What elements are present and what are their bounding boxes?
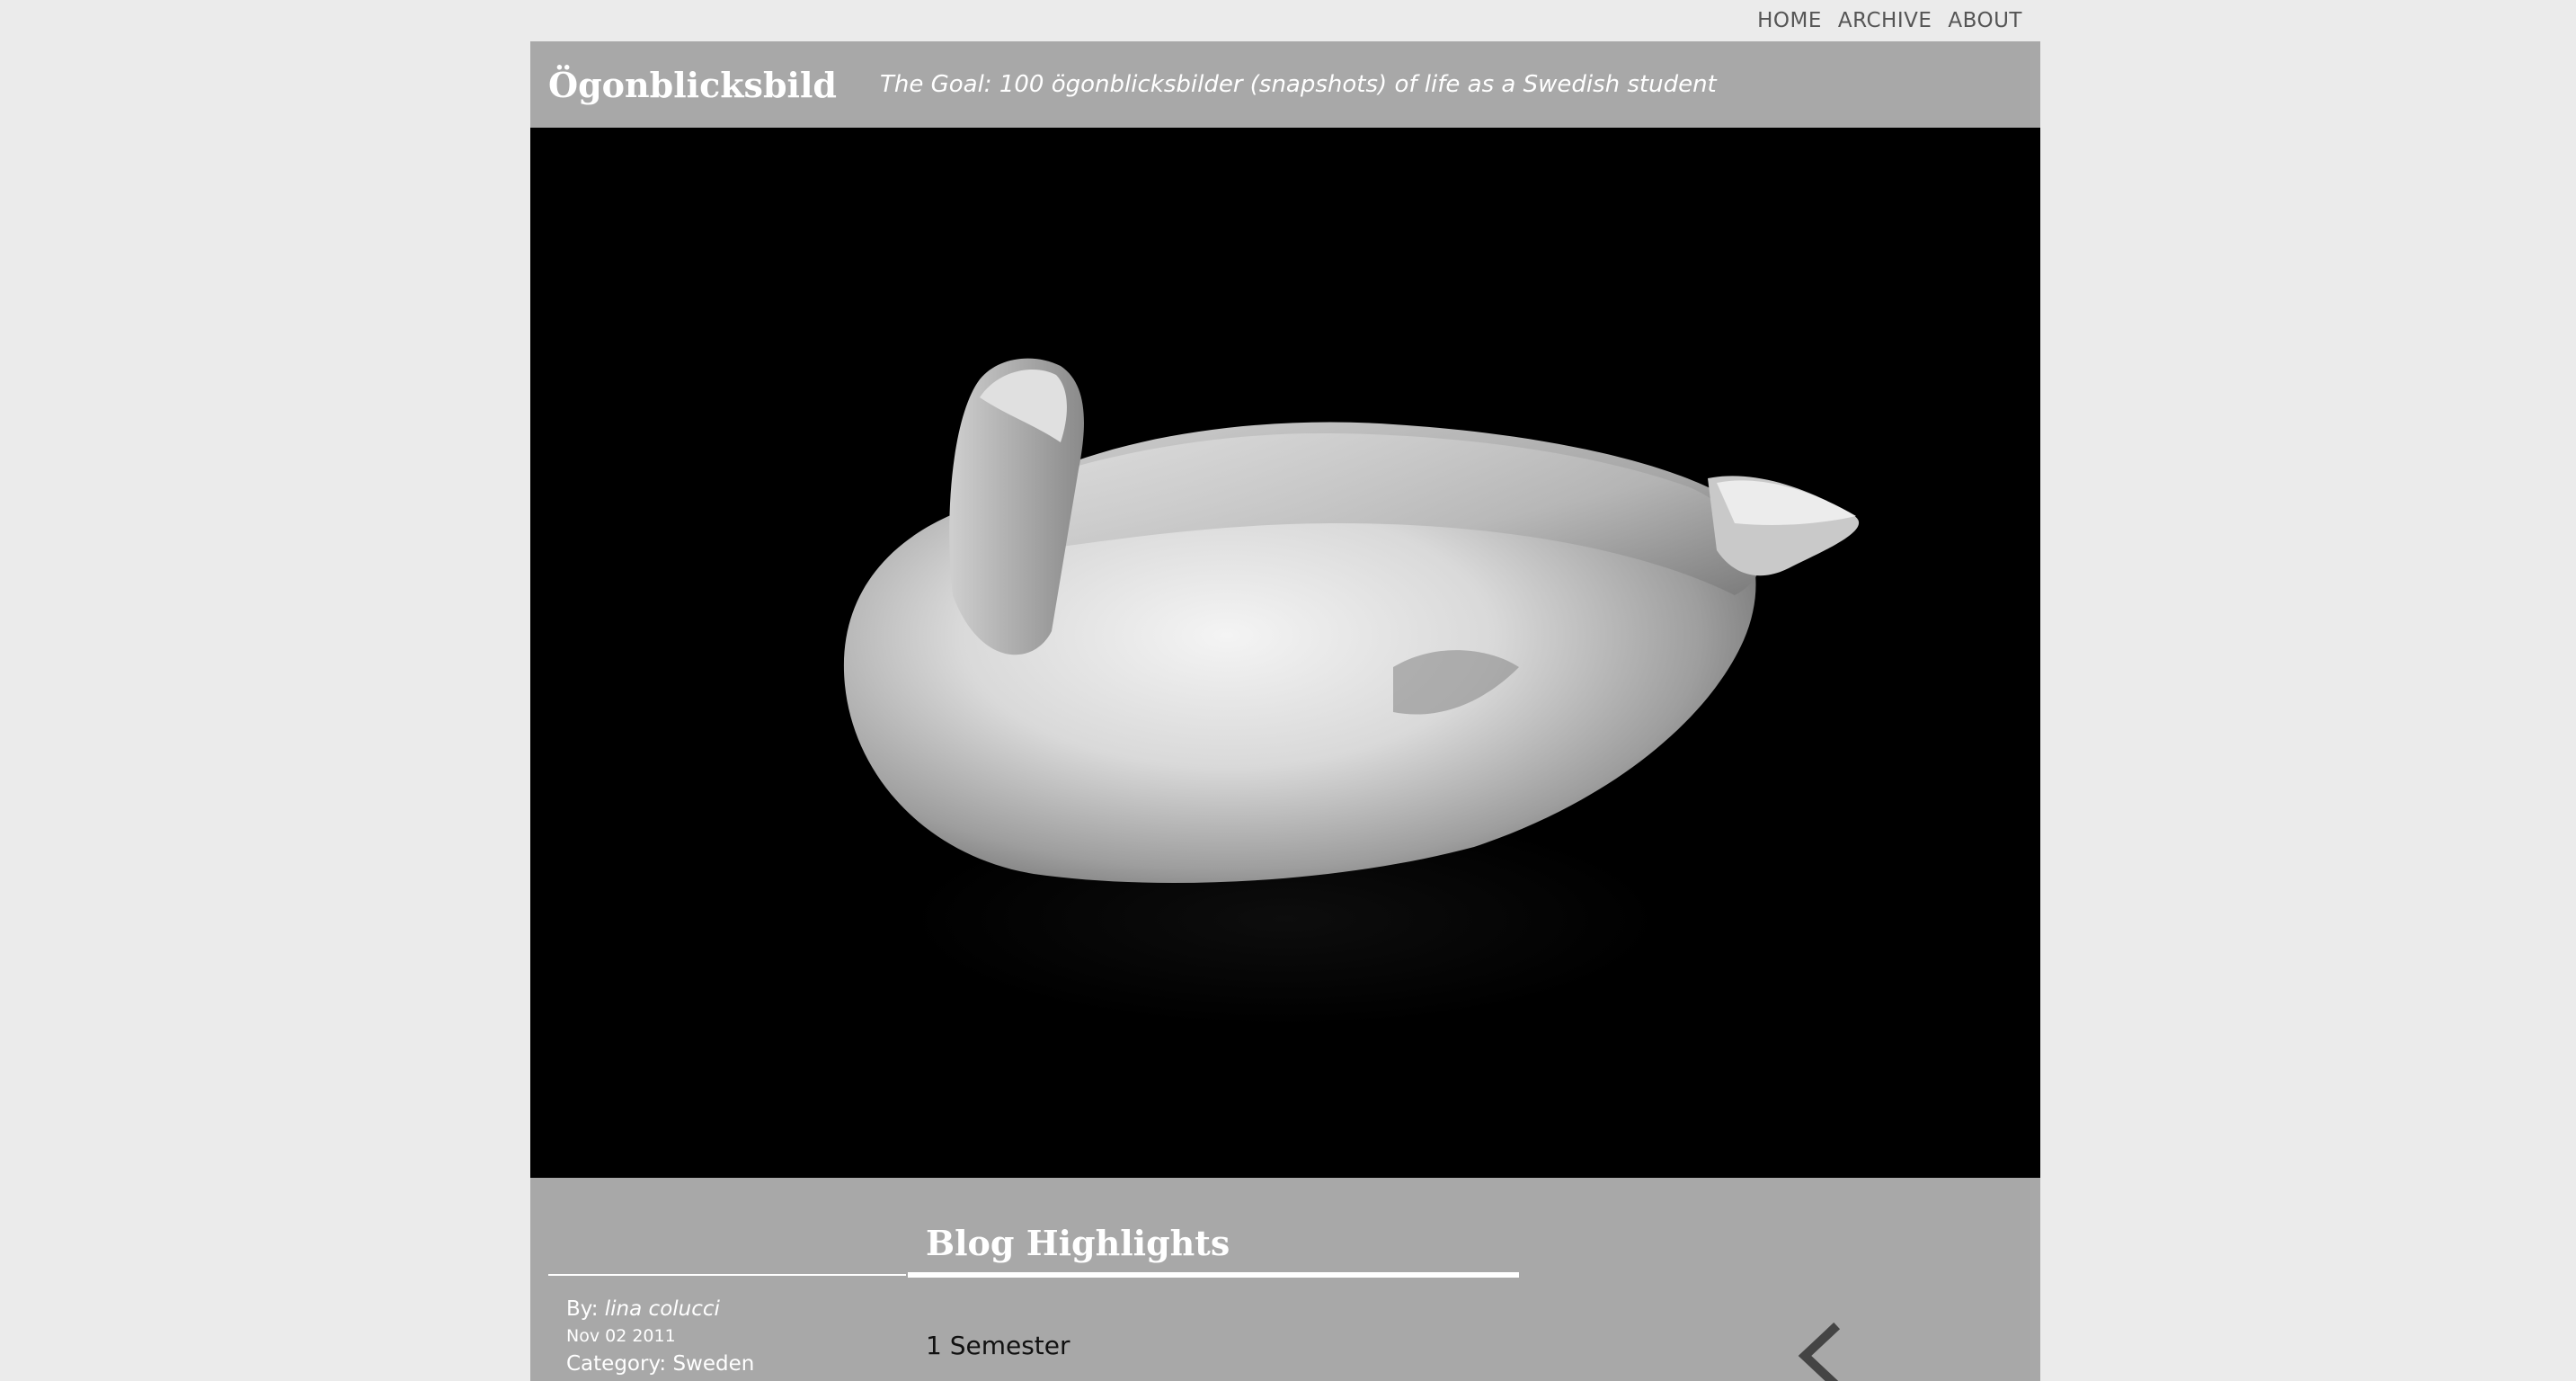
top-nav: HOME ARCHIVE ABOUT [1757,9,2022,32]
post-author-link[interactable]: lina colucci [605,1297,720,1321]
site-tagline: The Goal: 100 ögonblicksbilder (snapshot… [879,71,1717,98]
highlights-divider [908,1272,1519,1278]
page: HOME ARCHIVE ABOUT Ögonblicksbild The Go… [0,0,2576,1381]
blog-highlights-title: Blog Highlights [926,1223,1230,1263]
nav-about-link[interactable]: ABOUT [1948,9,2022,32]
post-footer-panel: By: lina colucci Nov 02 2011 Category: S… [530,1178,2040,1381]
post-meta: By: lina colucci Nov 02 2011 Category: S… [566,1295,754,1379]
post-date: Nov 02 2011 [566,1326,676,1346]
meta-divider [548,1274,906,1276]
highlight-item[interactable]: 1 Semester [926,1331,1070,1360]
by-label: By: [566,1297,599,1321]
category-link[interactable]: Sweden [672,1352,754,1376]
chevron-left-icon[interactable] [1789,1322,1852,1381]
hero-photo [530,128,2040,1178]
post-category-row: Category: Sweden [566,1349,754,1379]
nav-home-link[interactable]: HOME [1757,9,1822,32]
site-header: Ögonblicksbild The Goal: 100 ögonblicksb… [530,41,2040,128]
swan-photo [530,128,2040,1178]
post-author-row: By: lina colucci [566,1295,754,1323]
site-title[interactable]: Ögonblicksbild [548,65,837,105]
nav-archive-link[interactable]: ARCHIVE [1838,9,1932,32]
category-label: Category: [566,1352,667,1376]
